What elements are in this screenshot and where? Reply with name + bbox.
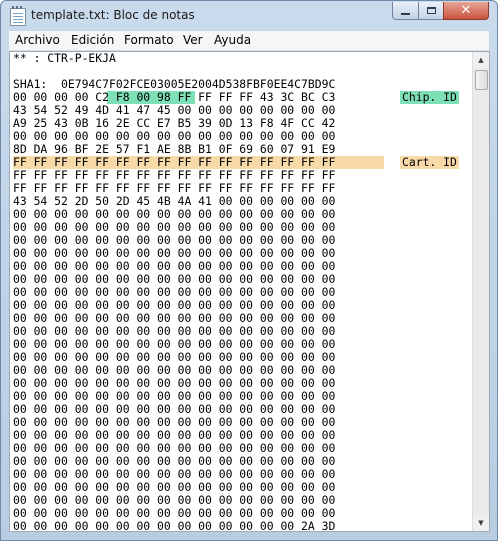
chevron-down-icon: ▼	[478, 519, 484, 527]
menu-ver[interactable]: Ver	[183, 33, 203, 47]
title-bar[interactable]: template.txt: Bloc de notas ✕	[1, 1, 497, 31]
close-button[interactable]: ✕	[443, 2, 489, 20]
window-title: template.txt: Bloc de notas	[31, 8, 195, 22]
text-line: ** : CTR-P-EKJA	[13, 52, 116, 65]
maximize-button[interactable]	[418, 2, 444, 20]
menu-formato[interactable]: Formato	[124, 33, 174, 47]
maximize-icon	[426, 7, 436, 14]
scroll-thumb[interactable]	[475, 70, 488, 90]
minimize-icon	[401, 12, 410, 15]
notepad-window: template.txt: Bloc de notas ✕ Archivo Ed…	[0, 0, 498, 541]
text-line: 00 00 00 00 00 00 00 00 00 00 00 00 00 0…	[13, 519, 336, 532]
menu-edicion[interactable]: Edición	[71, 33, 114, 47]
menu-ayuda[interactable]: Ayuda	[214, 33, 251, 47]
annotation-label: Cart. ID	[400, 155, 459, 169]
chevron-up-icon: ▲	[478, 56, 484, 64]
scroll-down-button[interactable]: ▼	[473, 515, 489, 531]
text-content[interactable]: ** : CTR-P-EKJA SHA1: 0E794C7F02FCE03005E…	[13, 52, 474, 531]
scroll-up-button[interactable]: ▲	[473, 52, 489, 68]
vertical-scrollbar[interactable]: ▲ ▼	[472, 52, 489, 531]
minimize-button[interactable]	[392, 2, 419, 20]
close-icon: ✕	[460, 3, 472, 18]
notepad-icon[interactable]	[10, 6, 26, 26]
menu-archivo[interactable]: Archivo	[15, 33, 60, 47]
menu-bar: Archivo Edición Formato Ver Ayuda	[9, 31, 489, 51]
annotation-label: Chip. ID	[400, 90, 459, 104]
text-editor[interactable]: ** : CTR-P-EKJA SHA1: 0E794C7F02FCE03005E…	[9, 51, 490, 532]
